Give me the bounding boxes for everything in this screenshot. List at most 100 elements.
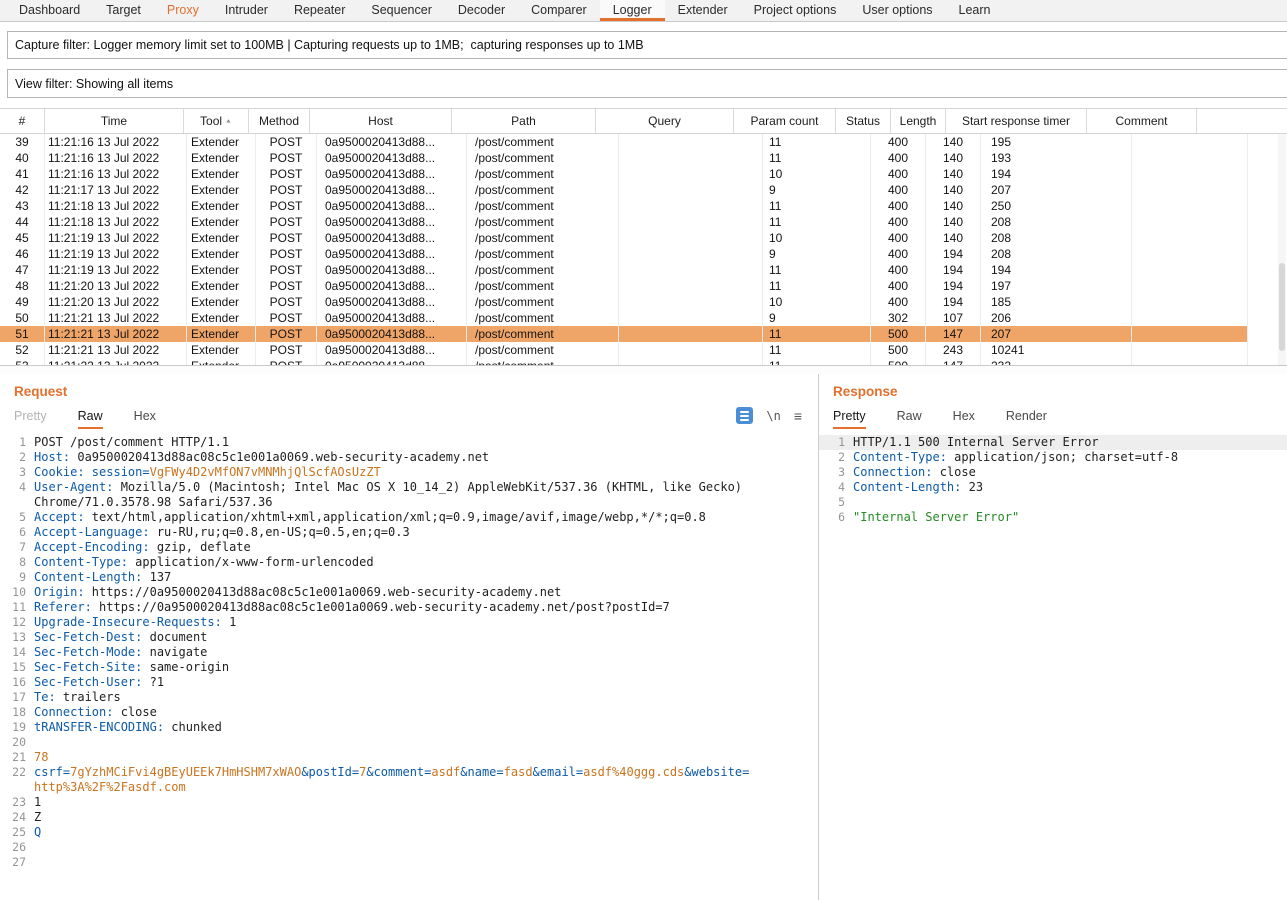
line-content: Content-Length: 23 xyxy=(845,480,983,495)
line-content: POST /post/comment HTTP/1.1 xyxy=(26,435,229,450)
tab-comparer[interactable]: Comparer xyxy=(518,0,600,21)
cell-query xyxy=(619,150,763,166)
tab-intruder[interactable]: Intruder xyxy=(212,0,281,21)
wrap-lines-icon[interactable] xyxy=(736,407,753,424)
table-row[interactable]: 5111:21:21 13 Jul 2022ExtenderPOST0a9500… xyxy=(0,326,1287,342)
tab-render[interactable]: Render xyxy=(1006,409,1047,429)
tab-pretty[interactable]: Pretty xyxy=(14,409,47,429)
cell-param-count: 10 xyxy=(763,230,871,246)
editor-line: 12Upgrade-Insecure-Requests: 1 xyxy=(0,615,818,630)
tab-raw[interactable]: Raw xyxy=(78,409,103,429)
cell-query xyxy=(619,166,763,182)
column-label: Method xyxy=(259,114,299,128)
cell-: 41 xyxy=(0,166,45,182)
tab-learn[interactable]: Learn xyxy=(946,0,1004,21)
tab-repeater[interactable]: Repeater xyxy=(281,0,358,21)
line-content: Z xyxy=(26,810,41,825)
table-row[interactable]: 4111:21:16 13 Jul 2022ExtenderPOST0a9500… xyxy=(0,166,1287,182)
column-header-method[interactable]: Method xyxy=(249,109,310,133)
view-filter-bar[interactable]: View filter: Showing all items xyxy=(7,69,1287,98)
tab-extender[interactable]: Extender xyxy=(665,0,741,21)
cell-tool: Extender xyxy=(187,310,256,326)
table-row[interactable]: 4011:21:16 13 Jul 2022ExtenderPOST0a9500… xyxy=(0,150,1287,166)
column-header-time[interactable]: Time xyxy=(45,109,184,133)
cell-: 47 xyxy=(0,262,45,278)
column-header-query[interactable]: Query xyxy=(596,109,734,133)
tab-pretty[interactable]: Pretty xyxy=(833,409,866,429)
column-header-comment[interactable]: Comment xyxy=(1087,109,1197,133)
request-editor[interactable]: 1POST /post/comment HTTP/1.12Host: 0a950… xyxy=(0,433,818,900)
tab-hex[interactable]: Hex xyxy=(134,409,156,429)
table-row[interactable]: 5211:21:21 13 Jul 2022ExtenderPOST0a9500… xyxy=(0,342,1287,358)
line-number: 5 xyxy=(819,495,845,510)
tab-raw[interactable]: Raw xyxy=(897,409,922,429)
cell-time: 11:21:20 13 Jul 2022 xyxy=(45,294,187,310)
capture-filter-bar[interactable]: Capture filter: Logger memory limit set … xyxy=(7,31,1287,59)
tab-proxy[interactable]: Proxy xyxy=(154,0,212,21)
cell-time: 11:21:19 13 Jul 2022 xyxy=(45,246,187,262)
table-row[interactable]: 4811:21:20 13 Jul 2022ExtenderPOST0a9500… xyxy=(0,278,1287,294)
tab-dashboard[interactable]: Dashboard xyxy=(6,0,93,21)
column-header-status[interactable]: Status xyxy=(836,109,891,133)
cell-path: /post/comment xyxy=(467,294,619,310)
table-row[interactable]: 4211:21:17 13 Jul 2022ExtenderPOST0a9500… xyxy=(0,182,1287,198)
cell-query xyxy=(619,182,763,198)
table-row[interactable]: 4511:21:19 13 Jul 2022ExtenderPOST0a9500… xyxy=(0,230,1287,246)
table-row[interactable]: 5011:21:21 13 Jul 2022ExtenderPOST0a9500… xyxy=(0,310,1287,326)
table-row[interactable]: 4611:21:19 13 Jul 2022ExtenderPOST0a9500… xyxy=(0,246,1287,262)
editor-line: 26 xyxy=(0,840,818,855)
cell-path: /post/comment xyxy=(467,166,619,182)
editor-menu-icon[interactable]: ≡ xyxy=(794,408,802,424)
table-row[interactable]: 4411:21:18 13 Jul 2022ExtenderPOST0a9500… xyxy=(0,214,1287,230)
table-row[interactable]: 4911:21:20 13 Jul 2022ExtenderPOST0a9500… xyxy=(0,294,1287,310)
line-number: 4 xyxy=(819,480,845,495)
line-number: 16 xyxy=(0,675,26,690)
cell-host: 0a9500020413d88... xyxy=(317,134,467,150)
table-row[interactable]: 4711:21:19 13 Jul 2022ExtenderPOST0a9500… xyxy=(0,262,1287,278)
cell-host: 0a9500020413d88... xyxy=(317,326,467,342)
response-editor[interactable]: 1HTTP/1.1 500 Internal Server Error2Cont… xyxy=(819,433,1287,900)
show-newlines-icon[interactable]: \n xyxy=(766,409,780,423)
column-header-tool[interactable]: Tool▲ xyxy=(184,109,249,133)
cell-status: 400 xyxy=(871,294,926,310)
cell-query xyxy=(619,198,763,214)
line-content: Referer: https://0a9500020413d88ac08c5c1… xyxy=(26,600,670,615)
line-number: 9 xyxy=(0,570,26,585)
editor-line: 20 xyxy=(0,735,818,750)
horizontal-splitter[interactable] xyxy=(0,365,1287,374)
table-row[interactable]: 4311:21:18 13 Jul 2022ExtenderPOST0a9500… xyxy=(0,198,1287,214)
tab-decoder[interactable]: Decoder xyxy=(445,0,518,21)
line-content xyxy=(845,495,853,510)
cell-comment xyxy=(1132,246,1248,262)
cell-path: /post/comment xyxy=(467,214,619,230)
tab-logger[interactable]: Logger xyxy=(600,0,665,21)
tab-user-options[interactable]: User options xyxy=(849,0,945,21)
tab-target[interactable]: Target xyxy=(93,0,154,21)
cell-status: 500 xyxy=(871,358,926,365)
column-header-path[interactable]: Path xyxy=(452,109,596,133)
cell-start-response-timer: 197 xyxy=(981,278,1132,294)
cell-method: POST xyxy=(256,310,317,326)
tab-sequencer[interactable]: Sequencer xyxy=(358,0,444,21)
editor-line: 10Origin: https://0a9500020413d88ac08c5c… xyxy=(0,585,818,600)
column-header-[interactable]: # xyxy=(0,109,45,133)
cell-host: 0a9500020413d88... xyxy=(317,198,467,214)
table-row[interactable]: 5311:21:22 13 Jul 2022ExtenderPOST0a9500… xyxy=(0,358,1287,365)
tab-hex[interactable]: Hex xyxy=(953,409,975,429)
table-row[interactable]: 3911:21:16 13 Jul 2022ExtenderPOST0a9500… xyxy=(0,134,1287,150)
cell-param-count: 10 xyxy=(763,166,871,182)
cell-host: 0a9500020413d88... xyxy=(317,342,467,358)
column-header-length[interactable]: Length xyxy=(891,109,946,133)
column-header-host[interactable]: Host xyxy=(310,109,452,133)
cell-param-count: 11 xyxy=(763,262,871,278)
column-header-start-response-timer[interactable]: Start response timer xyxy=(946,109,1087,133)
tab-project-options[interactable]: Project options xyxy=(741,0,850,21)
table-scrollbar[interactable] xyxy=(1278,134,1286,365)
column-header-param-count[interactable]: Param count xyxy=(734,109,836,133)
line-content: Content-Type: application/x-www-form-url… xyxy=(26,555,374,570)
cell-status: 400 xyxy=(871,262,926,278)
table-scrollbar-thumb[interactable] xyxy=(1279,263,1285,351)
line-content: HTTP/1.1 500 Internal Server Error xyxy=(845,435,1099,450)
cell-length: 107 xyxy=(926,310,981,326)
request-title: Request xyxy=(14,384,818,399)
